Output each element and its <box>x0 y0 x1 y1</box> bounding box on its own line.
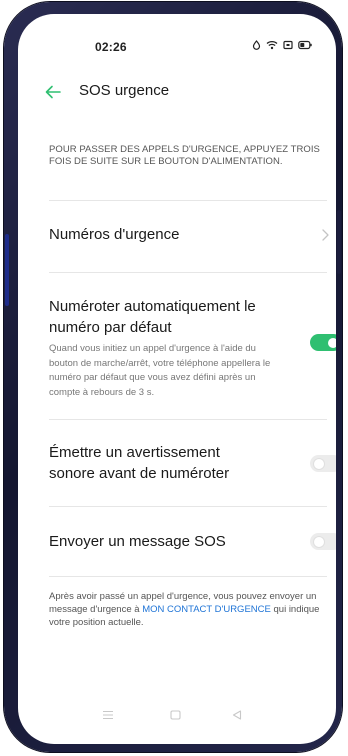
auto-dial-toggle[interactable] <box>310 334 336 351</box>
battery-icon <box>298 40 312 50</box>
auto-dial-description: Quand vous initiez un appel d'urgence à … <box>49 343 271 398</box>
emergency-numbers-label: Numéros d'urgence <box>49 225 180 243</box>
navigation-bar <box>18 694 336 744</box>
phone-frame: 02:26 SOS urgence POUR PASSER DES APPELS… <box>4 2 342 752</box>
divider <box>49 272 327 273</box>
sos-message-title: Envoyer un message SOS <box>49 533 226 550</box>
wifi-icon <box>266 40 278 50</box>
intro-text: POUR PASSER DES APPELS D'URGENCE, APPUYE… <box>49 144 320 167</box>
home-icon[interactable] <box>170 707 181 725</box>
divider <box>49 576 327 577</box>
alarm-icon <box>252 40 261 50</box>
power-button <box>337 210 341 274</box>
sos-message-setting: Envoyer un message SOS <box>49 531 336 561</box>
sound-warning-toggle[interactable] <box>310 455 336 472</box>
auto-dial-title: Numéroter automatiquement le numéro par … <box>49 298 256 336</box>
status-icons <box>252 40 312 50</box>
toggle-knob <box>314 458 324 469</box>
divider <box>49 506 327 507</box>
toggle-knob <box>328 337 336 348</box>
sos-footer-text: Après avoir passé un appel d'urgence, vo… <box>49 590 327 629</box>
page-title: SOS urgence <box>79 82 170 99</box>
menu-icon[interactable] <box>102 707 114 725</box>
chevron-right-icon <box>322 228 329 246</box>
emergency-contact-link[interactable]: MON CONTACT D'URGENCE <box>142 604 271 615</box>
screen: 02:26 SOS urgence POUR PASSER DES APPELS… <box>18 14 336 744</box>
emergency-numbers-row[interactable]: Numéros d'urgence <box>49 199 329 269</box>
auto-dial-setting: Numéroter automatiquement le numéro par … <box>49 296 336 406</box>
settings-content: POUR PASSER DES APPELS D'URGENCE, APPUYE… <box>49 144 336 628</box>
divider <box>49 419 327 420</box>
sound-warning-title: Émettre un avertissement sonore avant de… <box>49 444 230 482</box>
sos-message-toggle[interactable] <box>310 533 336 550</box>
volume-button <box>5 234 9 306</box>
app-header: SOS urgence <box>18 72 336 112</box>
status-bar: 02:26 <box>18 14 336 54</box>
toggle-knob <box>314 536 324 547</box>
sim-icon <box>283 40 293 50</box>
arrow-left-icon[interactable] <box>44 84 62 100</box>
sound-warning-setting: Émettre un avertissement sonore avant de… <box>49 442 336 492</box>
back-icon[interactable] <box>232 707 242 725</box>
status-time: 02:26 <box>95 40 127 54</box>
